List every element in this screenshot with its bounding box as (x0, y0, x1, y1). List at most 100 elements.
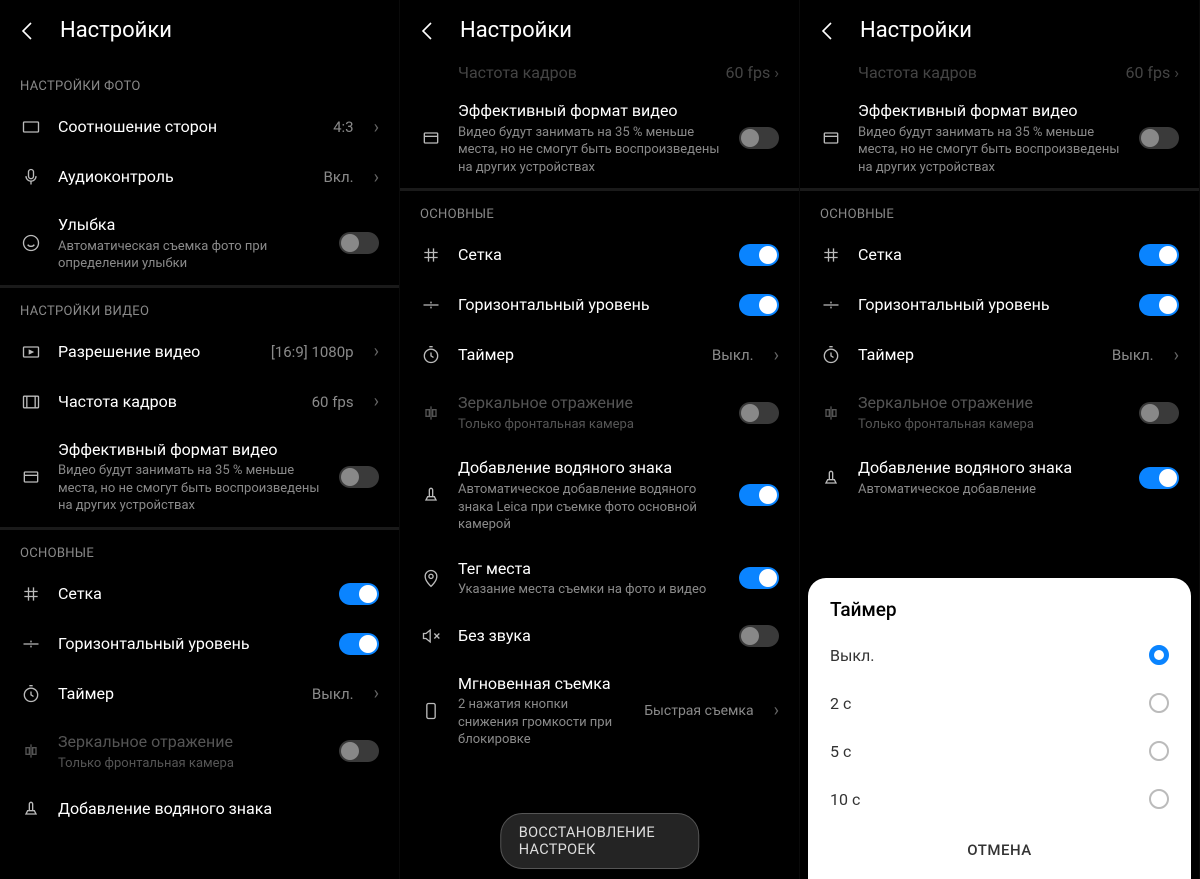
row-value: Вкл. (324, 168, 354, 186)
chevron-right-icon: › (374, 683, 379, 704)
row-mirror: Зеркальное отражение Только фронтальная … (400, 380, 799, 445)
row-fps[interactable]: Частота кадров 60 fps › (0, 377, 399, 427)
timer-option-2s[interactable]: 2 с (808, 679, 1191, 727)
row-aspect-ratio[interactable]: Соотношение сторон 4:3 › (0, 102, 399, 152)
toggle-grid[interactable] (739, 244, 779, 266)
row-efficient-video[interactable]: Эффективный формат видео Видео будут зан… (400, 88, 799, 188)
radio-icon (1149, 789, 1169, 809)
toggle-watermark[interactable] (1139, 467, 1179, 489)
toggle-mute[interactable] (739, 625, 779, 647)
row-label: Сетка (458, 244, 723, 266)
section-main: ОСНОВНЫЕ (800, 191, 1199, 230)
row-instant-shot[interactable]: Мгновенная съемка 2 нажатия кнопки сниже… (400, 661, 799, 761)
timer-option-off[interactable]: Выкл. (808, 631, 1191, 679)
page-title: Настройки (860, 18, 972, 43)
section-video: НАСТРОЙКИ ВИДЕО (0, 288, 399, 327)
row-label: Горизонтальный уровень (58, 633, 323, 655)
row-watermark[interactable]: Добавление водяного знака (0, 784, 399, 834)
option-label: 2 с (830, 694, 851, 713)
toggle-grid[interactable] (339, 583, 379, 605)
grid-icon (820, 244, 842, 266)
screen-1: Настройки НАСТРОЙКИ ФОТО Соотношение сто… (0, 0, 400, 879)
row-value: 4:3 (333, 118, 354, 136)
timer-icon (20, 683, 42, 705)
back-button[interactable] (816, 19, 840, 43)
level-icon (20, 633, 42, 655)
row-efficient-video[interactable]: Эффективный формат видео Видео будут зан… (800, 88, 1199, 188)
row-sublabel: Автоматическое добавление водяного знака… (458, 481, 723, 534)
row-label: Тег места (458, 558, 723, 580)
row-label: Таймер (58, 683, 296, 705)
section-photo: НАСТРОЙКИ ФОТО (0, 63, 399, 102)
row-fps-clipped: Частота кадров60 fps › (800, 63, 1199, 88)
row-value: 60 fps (312, 393, 354, 411)
row-grid[interactable]: Сетка (800, 230, 1199, 280)
toggle-efficient[interactable] (339, 466, 379, 488)
toggle-efficient[interactable] (1139, 127, 1179, 149)
mute-icon (420, 625, 442, 647)
row-label: Эффективный формат видео (458, 100, 723, 122)
row-geotag[interactable]: Тег места Указание места съемки на фото … (400, 546, 799, 611)
video-icon (20, 341, 42, 363)
row-timer[interactable]: Таймер Выкл. › (800, 330, 1199, 380)
film-icon (20, 391, 42, 413)
row-mute[interactable]: Без звука (400, 611, 799, 661)
row-sublabel: Видео будут занимать на 35 % меньше мест… (458, 124, 723, 177)
row-value: [16:9] 1080p (271, 343, 354, 361)
row-value: Выкл. (712, 346, 754, 364)
row-timer[interactable]: Таймер Выкл. › (0, 669, 399, 719)
row-label: Мгновенная съемка (458, 673, 628, 695)
row-timer[interactable]: Таймер Выкл. › (400, 330, 799, 380)
row-grid[interactable]: Сетка (400, 230, 799, 280)
back-button[interactable] (16, 19, 40, 43)
page-title: Настройки (460, 18, 572, 43)
toggle-geotag[interactable] (739, 567, 779, 589)
smile-icon (20, 232, 42, 254)
row-fps-clipped: Частота кадров60 fps › (400, 63, 799, 88)
timer-modal: Таймер Выкл. 2 с 5 с 10 с ОТМЕНА (808, 578, 1191, 879)
row-watermark[interactable]: Добавление водяного знака Автоматическое… (400, 445, 799, 545)
timer-option-10s[interactable]: 10 с (808, 775, 1191, 823)
back-button[interactable] (416, 19, 440, 43)
row-audio-control[interactable]: Аудиоконтроль Вкл. › (0, 152, 399, 202)
row-grid[interactable]: Сетка (0, 569, 399, 619)
location-icon (420, 567, 442, 589)
mirror-icon (420, 402, 442, 424)
row-value: Выкл. (1112, 346, 1154, 364)
toggle-level[interactable] (1139, 294, 1179, 316)
level-icon (420, 294, 442, 316)
toggle-level[interactable] (339, 633, 379, 655)
row-label: Таймер (858, 344, 1096, 366)
toggle-grid[interactable] (1139, 244, 1179, 266)
row-level[interactable]: Горизонтальный уровень (800, 280, 1199, 330)
stamp-icon (20, 798, 42, 820)
toggle-efficient[interactable] (739, 127, 779, 149)
row-sublabel: Видео будут занимать на 35 % меньше мест… (858, 124, 1123, 177)
restore-settings-button[interactable]: ВОССТАНОВЛЕНИЕ НАСТРОЕК (500, 813, 700, 869)
toggle-mirror (339, 740, 379, 762)
arrow-left-icon (816, 19, 840, 43)
page-title: Настройки (60, 18, 172, 43)
row-resolution[interactable]: Разрешение видео [16:9] 1080p › (0, 327, 399, 377)
row-label: Сетка (58, 583, 323, 605)
row-sublabel: Видео будут занимать на 35 % меньше мест… (58, 462, 323, 515)
chevron-right-icon: › (774, 345, 779, 366)
toggle-mirror (739, 402, 779, 424)
screen-3: Настройки Частота кадров60 fps › Эффекти… (800, 0, 1200, 879)
row-watermark[interactable]: Добавление водяного знака Автоматическое… (800, 445, 1199, 510)
timer-icon (420, 344, 442, 366)
timer-option-5s[interactable]: 5 с (808, 727, 1191, 775)
row-label: Добавление водяного знака (58, 798, 379, 820)
grid-icon (420, 244, 442, 266)
row-smile[interactable]: Улыбка Автоматическая съемка фото при оп… (0, 202, 399, 285)
row-level[interactable]: Горизонтальный уровень (0, 619, 399, 669)
toggle-smile[interactable] (339, 232, 379, 254)
toggle-level[interactable] (739, 294, 779, 316)
modal-cancel-button[interactable]: ОТМЕНА (808, 823, 1191, 879)
row-level[interactable]: Горизонтальный уровень (400, 280, 799, 330)
toggle-watermark[interactable] (739, 484, 779, 506)
stamp-icon (420, 484, 442, 506)
chevron-right-icon: › (1174, 345, 1179, 366)
row-efficient-video[interactable]: Эффективный формат видео Видео будут зан… (0, 427, 399, 527)
option-label: Выкл. (830, 646, 875, 665)
